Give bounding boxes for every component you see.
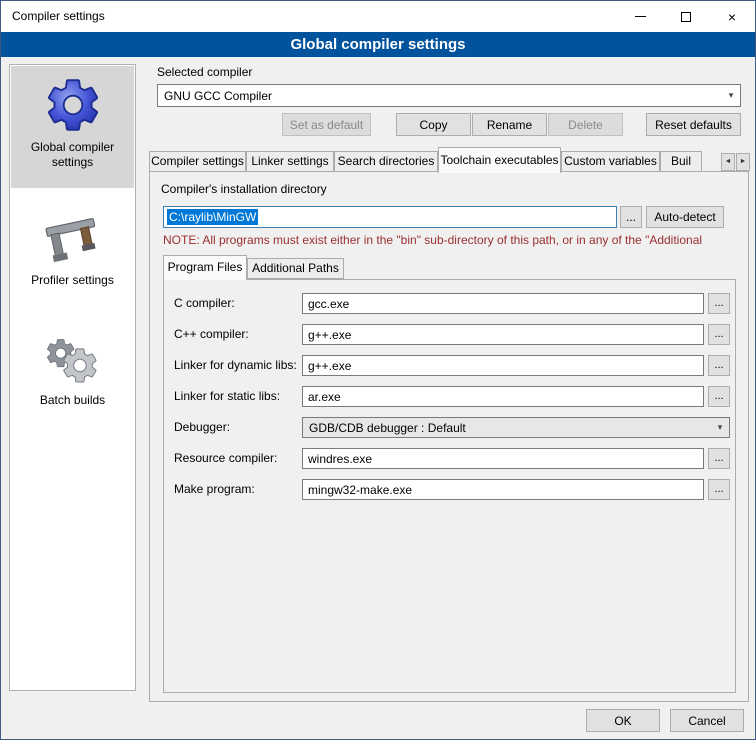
minimize-icon [635,16,646,17]
installation-directory-label: Compiler's installation directory [161,182,327,196]
note-text: NOTE: All programs must exist either in … [163,233,743,247]
gray-gears-icon [42,335,104,389]
compiler-select-value: GNU GCC Compiler [164,85,720,106]
debugger-select-value: GDB/CDB debugger : Default [309,418,709,437]
debugger-row: Debugger: GDB/CDB debugger : Default ▾ [164,417,735,439]
cancel-button[interactable]: Cancel [670,709,744,732]
chevron-down-icon: ▾ [722,85,740,106]
static-linker-row: Linker for static libs: ar.exe ... [164,386,735,408]
browse-button[interactable]: ... [708,355,730,376]
reset-defaults-button[interactable]: Reset defaults [646,113,741,136]
resource-compiler-row: Resource compiler: windres.exe ... [164,448,735,470]
maximize-icon [681,12,691,22]
clamp-tool-icon [44,211,102,269]
field-label: C compiler: [174,293,300,314]
browse-button[interactable]: ... [708,386,730,407]
field-label: Resource compiler: [174,448,300,469]
tab-compiler-settings[interactable]: Compiler settings [149,151,246,172]
ok-button[interactable]: OK [586,709,660,732]
titlebar: Compiler settings × [1,1,755,32]
installation-directory-input[interactable]: C:\raylib\MinGW [163,206,617,228]
window-title: Compiler settings [12,1,105,32]
sidebar-item-global-compiler-settings[interactable]: Global compiler settings [11,66,134,188]
tab-linker-settings[interactable]: Linker settings [246,151,334,172]
delete-button[interactable]: Delete [548,113,623,136]
make-program-input[interactable]: mingw32-make.exe [302,479,704,500]
subtab-program-files[interactable]: Program Files [163,255,247,280]
compiler-select[interactable]: GNU GCC Compiler ▾ [157,84,741,107]
directory-browse-button[interactable]: ... [620,206,642,228]
tab-scroll-right-icon[interactable]: ► [736,153,750,171]
set-as-default-button[interactable]: Set as default [282,113,371,136]
browse-button[interactable]: ... [708,448,730,469]
close-button[interactable]: × [709,1,755,32]
c-compiler-input[interactable]: gcc.exe [302,293,704,314]
sidebar-item-profiler-settings[interactable]: Profiler settings [11,203,134,303]
browse-button[interactable]: ... [708,479,730,500]
field-label: Linker for dynamic libs: [174,355,300,376]
compiler-settings-window: Compiler settings × Global compiler sett… [0,0,756,740]
selected-compiler-label: Selected compiler [157,65,252,79]
minimize-button[interactable] [617,1,663,32]
maximize-button[interactable] [663,1,709,32]
sidebar-item-label: Profiler settings [11,273,134,288]
chevron-down-icon: ▾ [711,418,729,437]
make-program-row: Make program: mingw32-make.exe ... [164,479,735,501]
field-label: C++ compiler: [174,324,300,345]
dynamic-linker-input[interactable]: g++.exe [302,355,704,376]
field-label: Debugger: [174,417,300,438]
tab-custom-variables[interactable]: Custom variables [561,151,660,172]
subtab-additional-paths[interactable]: Additional Paths [247,258,344,279]
copy-button[interactable]: Copy [396,113,471,136]
tab-scroll-left-icon[interactable]: ◄ [721,153,735,171]
rename-button[interactable]: Rename [472,113,547,136]
dynamic-linker-row: Linker for dynamic libs: g++.exe ... [164,355,735,377]
sidebar-item-label: Global compiler settings [11,140,134,170]
blue-gear-icon [42,74,104,136]
static-linker-input[interactable]: ar.exe [302,386,704,407]
debugger-select[interactable]: GDB/CDB debugger : Default ▾ [302,417,730,438]
program-files-panel: C compiler: gcc.exe ... C++ compiler: g+… [163,279,736,693]
browse-button[interactable]: ... [708,324,730,345]
cpp-compiler-row: C++ compiler: g++.exe ... [164,324,735,346]
settings-category-list: Global compiler settings Profiler settin… [9,64,136,691]
field-label: Make program: [174,479,300,500]
page-title: Global compiler settings [1,32,755,57]
c-compiler-row: C compiler: gcc.exe ... [164,293,735,315]
tab-search-directories[interactable]: Search directories [334,151,438,172]
close-icon: × [728,9,736,25]
tab-build-options-truncated[interactable]: Buil [660,151,702,172]
field-label: Linker for static libs: [174,386,300,407]
installation-directory-value: C:\raylib\MinGW [167,209,258,225]
browse-button[interactable]: ... [708,293,730,314]
sidebar-item-label: Batch builds [11,393,134,408]
tab-toolchain-executables[interactable]: Toolchain executables [438,147,561,173]
resource-compiler-input[interactable]: windres.exe [302,448,704,469]
cpp-compiler-input[interactable]: g++.exe [302,324,704,345]
auto-detect-button[interactable]: Auto-detect [646,206,724,228]
sidebar-item-batch-builds[interactable]: Batch builds [11,327,134,423]
